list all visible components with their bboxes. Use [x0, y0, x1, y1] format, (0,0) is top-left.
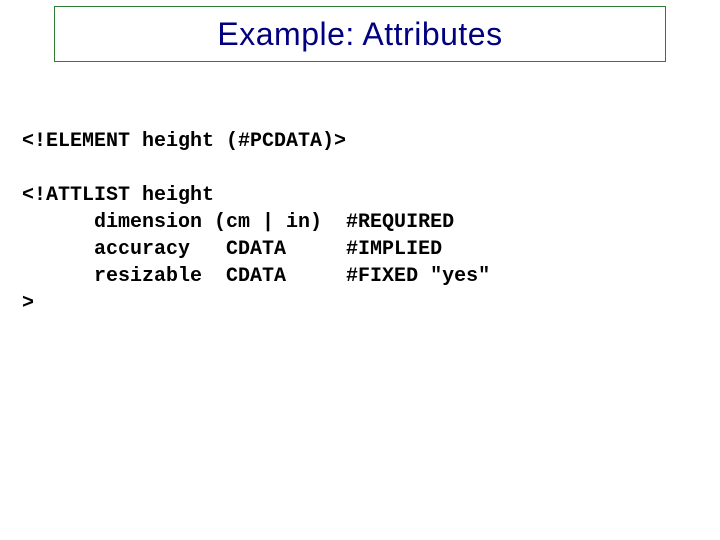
- code-line: dimension (cm | in) #REQUIRED: [22, 211, 454, 234]
- code-block: <!ELEMENT height (#PCDATA)> <!ATTLIST he…: [22, 128, 490, 317]
- code-line: resizable CDATA #FIXED "yes": [22, 265, 490, 288]
- title-container: Example: Attributes: [54, 6, 666, 62]
- code-line: <!ATTLIST height: [22, 184, 214, 207]
- code-line: accuracy CDATA #IMPLIED: [22, 238, 442, 261]
- code-line: >: [22, 292, 34, 315]
- slide: Example: Attributes <!ELEMENT height (#P…: [0, 0, 720, 540]
- code-line: <!ELEMENT height (#PCDATA)>: [22, 130, 346, 153]
- slide-title: Example: Attributes: [217, 16, 502, 53]
